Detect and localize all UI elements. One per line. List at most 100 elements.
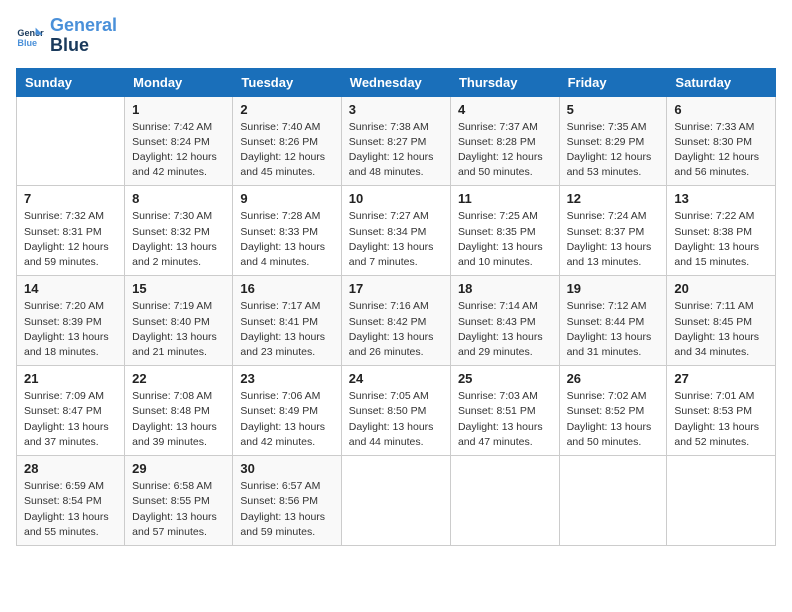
day-number: 16 [240, 281, 333, 296]
calendar-cell: 6Sunrise: 7:33 AMSunset: 8:30 PMDaylight… [667, 96, 776, 186]
day-number: 9 [240, 191, 333, 206]
day-number: 1 [132, 102, 225, 117]
calendar-cell: 20 Sunrise: 7:11 AMSunset: 8:45 PMDayligh… [667, 276, 776, 366]
day-number: 24 [349, 371, 443, 386]
weekday-header-friday: Friday [559, 68, 667, 96]
weekday-header-wednesday: Wednesday [341, 68, 450, 96]
weekday-header-saturday: Saturday [667, 68, 776, 96]
weekday-header-thursday: Thursday [450, 68, 559, 96]
logo-text-line2: Blue [50, 36, 117, 56]
day-number: 15 [132, 281, 225, 296]
day-number: 22 [132, 371, 225, 386]
day-number: 23 [240, 371, 333, 386]
calendar-cell: 22 Sunrise: 7:08 AMSunset: 8:48 PMDayligh… [125, 366, 233, 456]
day-number: 7 [24, 191, 117, 206]
day-info: Sunrise: 7:32 AMSunset: 8:31 PMDaylight:… [24, 209, 117, 270]
weekday-header-sunday: Sunday [17, 68, 125, 96]
calendar-cell: 17 Sunrise: 7:16 AMSunset: 8:42 PMDayligh… [341, 276, 450, 366]
day-info: Sunrise: 7:33 AMSunset: 8:30 PMDaylight:… [674, 120, 768, 181]
svg-text:Blue: Blue [17, 38, 37, 48]
day-info: Sunrise: 7:06 AMSunset: 8:49 PMDaylight:… [240, 389, 333, 450]
day-info: Sunrise: 7:16 AMSunset: 8:42 PMDaylight:… [349, 299, 443, 360]
page-header: General Blue General Blue [16, 16, 776, 56]
day-info: Sunrise: 7:38 AMSunset: 8:27 PMDaylight:… [349, 120, 443, 181]
day-number: 25 [458, 371, 552, 386]
day-number: 30 [240, 461, 333, 476]
calendar-cell: 13Sunrise: 7:22 AMSunset: 8:38 PMDayligh… [667, 186, 776, 276]
calendar-cell: 23 Sunrise: 7:06 AMSunset: 8:49 PMDayligh… [233, 366, 341, 456]
calendar-cell: 29 Sunrise: 6:58 AMSunset: 8:55 PMDayligh… [125, 456, 233, 546]
calendar-cell: 24 Sunrise: 7:05 AMSunset: 8:50 PMDayligh… [341, 366, 450, 456]
day-info: Sunrise: 6:59 AMSunset: 8:54 PMDaylight:… [24, 479, 117, 540]
weekday-header-row: SundayMondayTuesdayWednesdayThursdayFrid… [17, 68, 776, 96]
calendar-cell: 7 Sunrise: 7:32 AMSunset: 8:31 PMDaylight… [17, 186, 125, 276]
week-row-2: 7 Sunrise: 7:32 AMSunset: 8:31 PMDaylight… [17, 186, 776, 276]
calendar-cell: 19 Sunrise: 7:12 AMSunset: 8:44 PMDayligh… [559, 276, 667, 366]
day-info: Sunrise: 7:14 AMSunset: 8:43 PMDaylight:… [458, 299, 552, 360]
day-number: 29 [132, 461, 225, 476]
logo-icon: General Blue [16, 22, 44, 50]
day-info: Sunrise: 7:12 AMSunset: 8:44 PMDaylight:… [567, 299, 660, 360]
week-row-5: 28 Sunrise: 6:59 AMSunset: 8:54 PMDayligh… [17, 456, 776, 546]
calendar-cell: 21Sunrise: 7:09 AMSunset: 8:47 PMDayligh… [17, 366, 125, 456]
day-info: Sunrise: 7:19 AMSunset: 8:40 PMDaylight:… [132, 299, 225, 360]
day-info: Sunrise: 7:40 AMSunset: 8:26 PMDaylight:… [240, 120, 333, 181]
calendar-table: SundayMondayTuesdayWednesdayThursdayFrid… [16, 68, 776, 546]
calendar-cell: 2 Sunrise: 7:40 AMSunset: 8:26 PMDaylight… [233, 96, 341, 186]
calendar-cell: 16 Sunrise: 7:17 AMSunset: 8:41 PMDayligh… [233, 276, 341, 366]
calendar-cell: 11 Sunrise: 7:25 AMSunset: 8:35 PMDayligh… [450, 186, 559, 276]
day-number: 28 [24, 461, 117, 476]
day-info: Sunrise: 7:27 AMSunset: 8:34 PMDaylight:… [349, 209, 443, 270]
logo-text-line1: General [50, 16, 117, 36]
calendar-cell: 4 Sunrise: 7:37 AMSunset: 8:28 PMDaylight… [450, 96, 559, 186]
calendar-cell: 12 Sunrise: 7:24 AMSunset: 8:37 PMDayligh… [559, 186, 667, 276]
weekday-header-tuesday: Tuesday [233, 68, 341, 96]
day-info: Sunrise: 7:02 AMSunset: 8:52 PMDaylight:… [567, 389, 660, 450]
calendar-cell: 5Sunrise: 7:35 AMSunset: 8:29 PMDaylight… [559, 96, 667, 186]
day-number: 8 [132, 191, 225, 206]
calendar-cell: 18 Sunrise: 7:14 AMSunset: 8:43 PMDayligh… [450, 276, 559, 366]
day-info: Sunrise: 7:24 AMSunset: 8:37 PMDaylight:… [567, 209, 660, 270]
day-info: Sunrise: 7:11 AMSunset: 8:45 PMDaylight:… [674, 299, 768, 360]
weekday-header-monday: Monday [125, 68, 233, 96]
day-info: Sunrise: 7:42 AMSunset: 8:24 PMDaylight:… [132, 120, 225, 181]
calendar-cell: 30Sunrise: 6:57 AMSunset: 8:56 PMDayligh… [233, 456, 341, 546]
calendar-cell: 27Sunrise: 7:01 AMSunset: 8:53 PMDayligh… [667, 366, 776, 456]
day-info: Sunrise: 7:08 AMSunset: 8:48 PMDaylight:… [132, 389, 225, 450]
day-number: 26 [567, 371, 660, 386]
calendar-cell [450, 456, 559, 546]
day-number: 4 [458, 102, 552, 117]
day-info: Sunrise: 7:17 AMSunset: 8:41 PMDaylight:… [240, 299, 333, 360]
day-info: Sunrise: 7:25 AMSunset: 8:35 PMDaylight:… [458, 209, 552, 270]
logo: General Blue General Blue [16, 16, 117, 56]
calendar-cell [17, 96, 125, 186]
day-info: Sunrise: 7:30 AMSunset: 8:32 PMDaylight:… [132, 209, 225, 270]
calendar-cell: 26 Sunrise: 7:02 AMSunset: 8:52 PMDayligh… [559, 366, 667, 456]
calendar-cell [667, 456, 776, 546]
day-number: 27 [674, 371, 768, 386]
day-info: Sunrise: 7:05 AMSunset: 8:50 PMDaylight:… [349, 389, 443, 450]
day-number: 2 [240, 102, 333, 117]
day-info: Sunrise: 7:20 AMSunset: 8:39 PMDaylight:… [24, 299, 117, 360]
day-number: 19 [567, 281, 660, 296]
day-number: 3 [349, 102, 443, 117]
day-number: 18 [458, 281, 552, 296]
day-info: Sunrise: 7:28 AMSunset: 8:33 PMDaylight:… [240, 209, 333, 270]
day-number: 20 [674, 281, 768, 296]
calendar-cell: 3 Sunrise: 7:38 AMSunset: 8:27 PMDaylight… [341, 96, 450, 186]
day-number: 12 [567, 191, 660, 206]
day-number: 17 [349, 281, 443, 296]
day-number: 11 [458, 191, 552, 206]
week-row-1: 1 Sunrise: 7:42 AMSunset: 8:24 PMDaylight… [17, 96, 776, 186]
day-info: Sunrise: 6:58 AMSunset: 8:55 PMDaylight:… [132, 479, 225, 540]
calendar-cell: 14 Sunrise: 7:20 AMSunset: 8:39 PMDayligh… [17, 276, 125, 366]
day-number: 10 [349, 191, 443, 206]
calendar-cell: 9 Sunrise: 7:28 AMSunset: 8:33 PMDaylight… [233, 186, 341, 276]
day-info: Sunrise: 7:22 AMSunset: 8:38 PMDaylight:… [674, 209, 768, 270]
day-number: 14 [24, 281, 117, 296]
calendar-cell: 25Sunrise: 7:03 AMSunset: 8:51 PMDayligh… [450, 366, 559, 456]
day-info: Sunrise: 7:37 AMSunset: 8:28 PMDaylight:… [458, 120, 552, 181]
day-number: 21 [24, 371, 117, 386]
calendar-cell: 28 Sunrise: 6:59 AMSunset: 8:54 PMDayligh… [17, 456, 125, 546]
calendar-cell: 8 Sunrise: 7:30 AMSunset: 8:32 PMDaylight… [125, 186, 233, 276]
